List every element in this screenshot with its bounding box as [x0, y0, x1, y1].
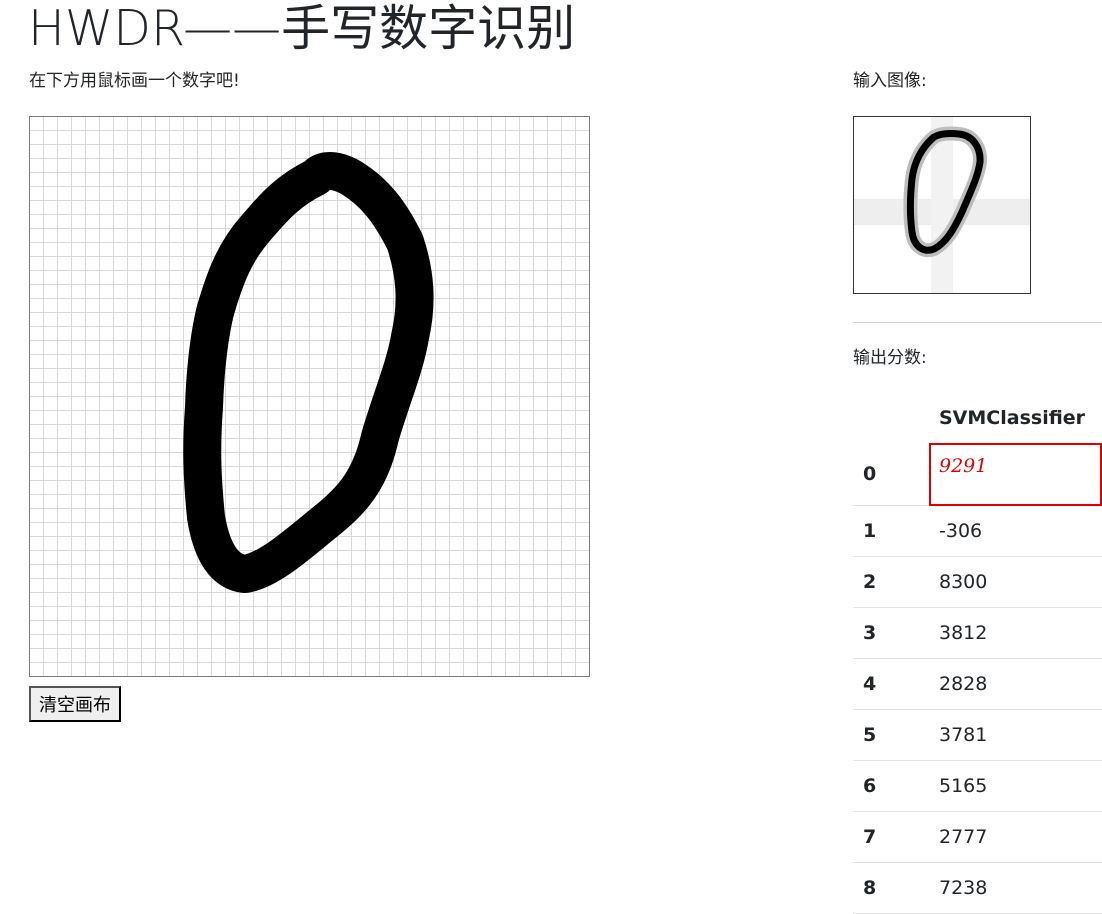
score-row: 5 3781 [853, 709, 1102, 761]
sidebar-divider [853, 322, 1102, 323]
score-table: SVMClassifier 0 9291 1 -306 2 8300 3 381… [853, 392, 1102, 914]
score-table-header-row: SVMClassifier [853, 392, 1102, 443]
digit-label: 6 [853, 760, 929, 812]
score-row: 0 9291 [853, 443, 1102, 506]
score-row: 4 2828 [853, 658, 1102, 710]
input-image-preview [853, 116, 1031, 294]
page-title: HWDR——手写数字识别 [28, 0, 576, 57]
digit-label: 8 [853, 862, 929, 914]
score-row: 8 7238 [853, 862, 1102, 914]
digit-column-header [853, 392, 929, 443]
digit-label: 1 [853, 505, 929, 557]
score-row: 1 -306 [853, 505, 1102, 557]
score-value: 3812 [929, 607, 1102, 659]
score-value: 2777 [929, 811, 1102, 863]
digit-label: 3 [853, 607, 929, 659]
classifier-column-header: SVMClassifier [939, 406, 1086, 429]
score-row: 7 2777 [853, 811, 1102, 863]
output-scores-label: 输出分数: [853, 348, 927, 368]
score-value: 8300 [929, 556, 1102, 608]
score-value: 2828 [929, 658, 1102, 710]
digit-label: 2 [853, 556, 929, 608]
clear-canvas-button[interactable]: 清空画布 [29, 686, 121, 722]
digit-label: 5 [853, 709, 929, 761]
score-value: 5165 [929, 760, 1102, 812]
score-value-best: 9291 [929, 443, 1102, 506]
score-row: 6 5165 [853, 760, 1102, 812]
digit-label: 0 [853, 443, 929, 506]
score-value: 3781 [929, 709, 1102, 761]
input-image-label: 输入图像: [853, 71, 927, 91]
drawn-digit-stroke [183, 152, 434, 593]
drawing-canvas[interactable] [29, 116, 590, 677]
score-row: 3 3812 [853, 607, 1102, 659]
score-value: -306 [929, 505, 1102, 557]
score-row: 2 8300 [853, 556, 1102, 608]
digit-label: 7 [853, 811, 929, 863]
drawing-instruction: 在下方用鼠标画一个数字吧! [29, 71, 240, 91]
preview-digit-image [854, 117, 1030, 293]
digit-label: 4 [853, 658, 929, 710]
score-value: 7238 [929, 862, 1102, 914]
